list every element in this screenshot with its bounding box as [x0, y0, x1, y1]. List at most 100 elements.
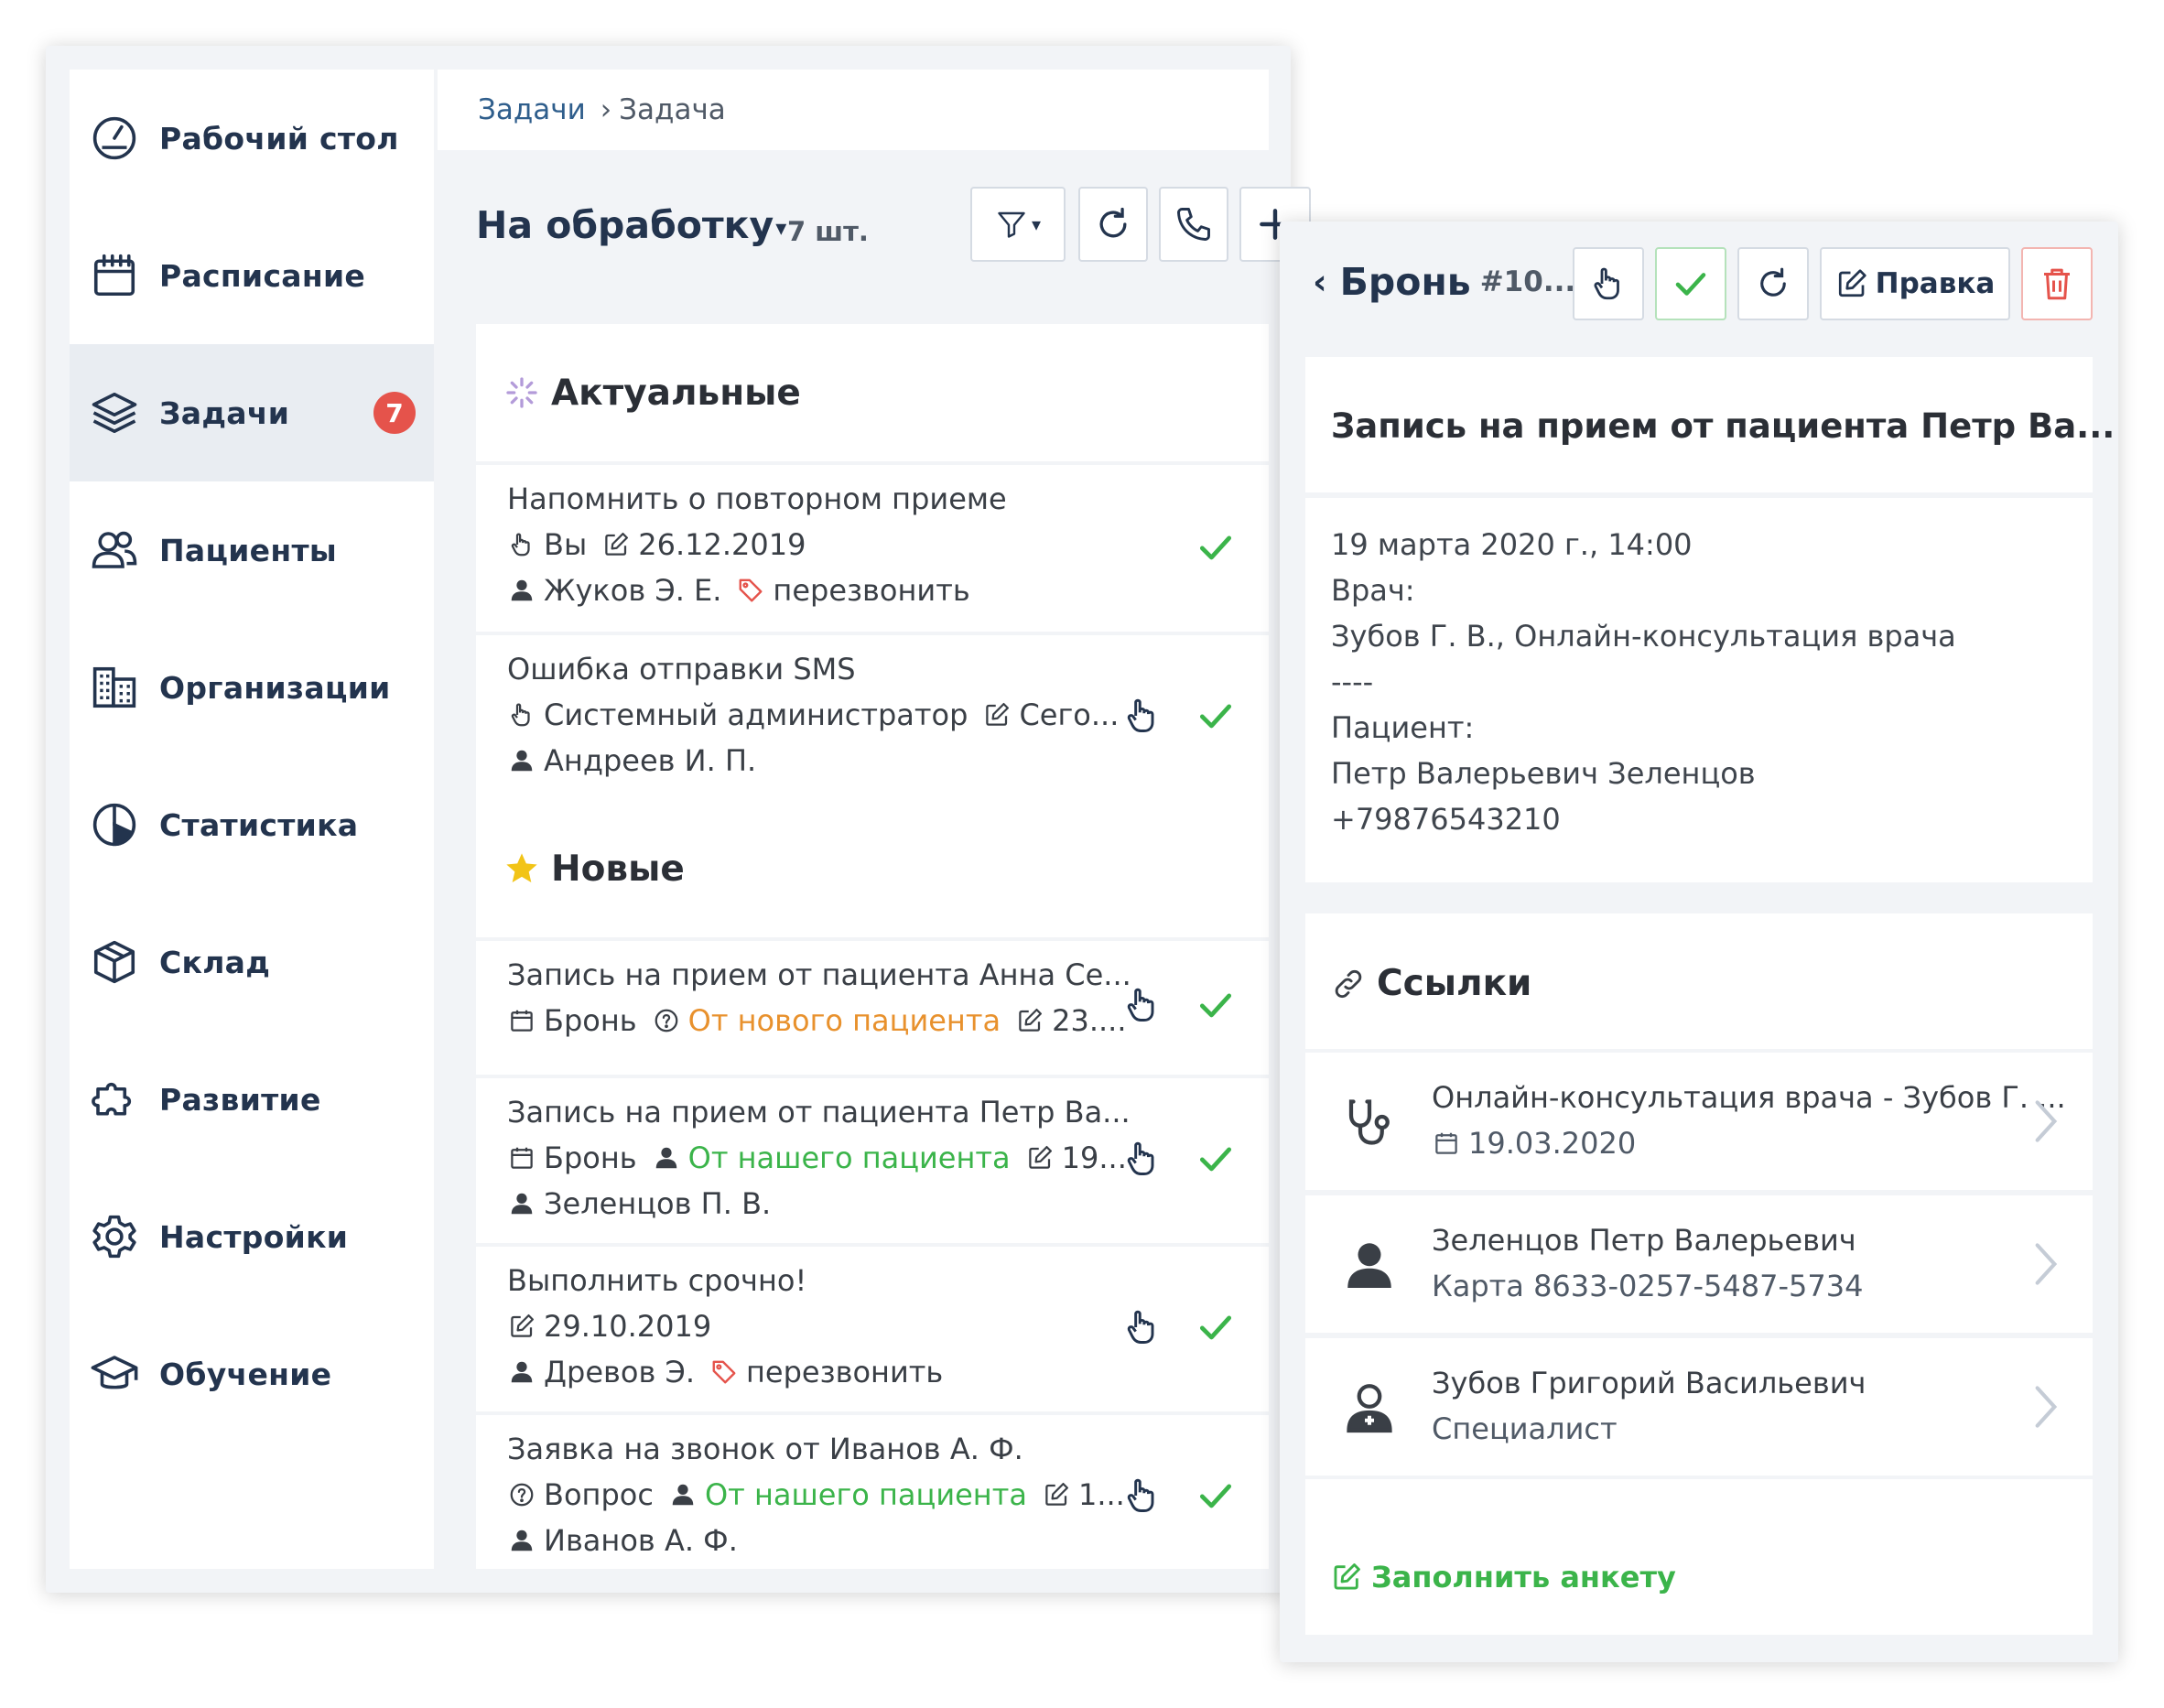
task-item[interactable]: Выполнить срочно! 29.10.2019 Древов Э. п… — [476, 1247, 1269, 1411]
detail-info-card: 19 марта 2020 г., 14:00 Врач: Зубов Г. В… — [1305, 498, 2093, 882]
edit-button-label: Правка — [1875, 267, 1996, 300]
layers-icon — [88, 386, 141, 439]
person-icon — [507, 1189, 536, 1218]
task-item[interactable]: Напомнить о повторном приеме Вы 26.12.20… — [476, 465, 1269, 632]
hand-pointer-icon — [1594, 267, 1619, 300]
task-person: Андреев И. П. — [544, 743, 757, 778]
link-row-doctor[interactable]: Зубов Григорий Васильевич Специалист — [1305, 1338, 2093, 1476]
breadcrumb: Задачи › Задача — [438, 70, 1269, 150]
sidebar-item-patients[interactable]: Пациенты — [70, 481, 434, 619]
edit-icon — [601, 530, 631, 559]
sidebar-item-warehouse[interactable]: Склад — [70, 893, 434, 1031]
tasks-main: Задачи › Задача На обработку▾ 7 шт. ▾ Ак… — [438, 70, 1311, 1569]
list-filter-dropdown[interactable]: На обработку▾ — [476, 203, 786, 247]
sidebar-item-development[interactable]: Развитие — [70, 1031, 434, 1168]
links-header-card: Ссылки — [1305, 913, 2093, 1049]
task-meta: Вопрос От нашего пациента 1... — [507, 1477, 1125, 1512]
link-row-patient[interactable]: Зеленцов Петр Валерьевич Карта 8633-0257… — [1305, 1195, 2093, 1333]
complete-booking-button[interactable] — [1655, 247, 1726, 320]
task-item[interactable]: Запись на прием от пациента Петр Ва... Б… — [476, 1078, 1269, 1243]
task-tag: перезвонить — [745, 1355, 944, 1389]
sidebar-item-statistics[interactable]: Статистика — [70, 756, 434, 893]
task-title: Заявка на звонок от Иванов А. Ф. — [507, 1432, 1023, 1466]
take-task-button[interactable] — [1119, 1135, 1166, 1183]
link-title: Онлайн-консультация врача - Зубов Г. ... — [1432, 1080, 2066, 1115]
task-item[interactable]: Заявка на звонок от Иванов А. Ф. Вопрос … — [476, 1415, 1269, 1569]
take-task-button[interactable] — [1119, 692, 1166, 740]
take-task-button[interactable] — [1119, 1303, 1166, 1351]
sidebar: Рабочий стол Расписание Задачи 7 Пациент… — [70, 70, 434, 1569]
call-button[interactable] — [1159, 187, 1228, 262]
complete-task-button[interactable] — [1192, 692, 1239, 740]
task-source: От нашего пациента — [704, 1477, 1027, 1512]
calendar-icon — [88, 249, 141, 302]
person-icon — [1340, 1236, 1399, 1294]
task-meta: Жуков Э. Е. перезвонить — [507, 573, 970, 608]
sidebar-item-tasks[interactable]: Задачи 7 — [70, 344, 434, 481]
complete-task-button[interactable] — [1192, 1472, 1239, 1519]
detail-separator: ---- — [1331, 665, 1374, 699]
refresh-button[interactable] — [1078, 187, 1148, 262]
chevron-left-icon: ‹ — [1313, 262, 1327, 302]
detail-number: #10... — [1479, 265, 1576, 298]
complete-task-button[interactable] — [1192, 524, 1239, 571]
back-button[interactable]: ‹ Бронь #10... — [1313, 260, 1575, 304]
delete-button[interactable] — [2021, 247, 2093, 320]
take-task-button[interactable] — [1119, 1472, 1166, 1519]
sidebar-item-schedule[interactable]: Расписание — [70, 207, 434, 344]
refresh-icon — [1760, 267, 1786, 297]
take-task-button[interactable] — [1119, 981, 1166, 1029]
buildings-icon — [88, 661, 141, 714]
stethoscope-icon — [1340, 1093, 1399, 1151]
detail-doctor-label: Врач: — [1331, 573, 1415, 608]
fill-form-link[interactable]: Заполнить анкету — [1331, 1560, 1676, 1594]
complete-task-button[interactable] — [1192, 1135, 1239, 1183]
task-title: Запись на прием от пациента Анна Се... — [507, 957, 1131, 992]
breadcrumb-tasks-link[interactable]: Задачи — [478, 93, 586, 126]
task-meta: Иванов А. Ф. — [507, 1523, 738, 1558]
task-date: 29.10.2019 — [544, 1309, 712, 1344]
sidebar-item-label: Развитие — [159, 1081, 321, 1118]
complete-task-button[interactable] — [1192, 981, 1239, 1029]
task-meta: Зеленцов П. В. — [507, 1186, 771, 1221]
task-item[interactable]: Запись на прием от пациента Анна Се... Б… — [476, 941, 1269, 1075]
sidebar-item-dashboard[interactable]: Рабочий стол — [70, 70, 434, 207]
fill-form-label: Заполнить анкету — [1371, 1560, 1676, 1594]
task-executor: Вы — [544, 527, 588, 562]
task-tag: перезвонить — [773, 573, 970, 608]
take-booking-button[interactable] — [1573, 247, 1644, 320]
edit-button[interactable]: Правка — [1820, 247, 2010, 320]
filter-button[interactable]: ▾ — [970, 187, 1066, 262]
link-subtitle: Карта 8633-0257-5487-5734 — [1432, 1269, 1864, 1303]
complete-task-button[interactable] — [1192, 1303, 1239, 1351]
detail-doctor-value: Зубов Г. В., Онлайн-консультация врача — [1331, 619, 1956, 654]
star-icon — [503, 850, 540, 887]
detail-type-label: Бронь — [1339, 260, 1471, 304]
task-date: 19... — [1061, 1140, 1127, 1175]
task-item[interactable]: Ошибка отправки SMS Системный администра… — [476, 635, 1269, 800]
form-card: Заполнить анкету — [1305, 1479, 2093, 1635]
tag-icon — [709, 1357, 739, 1387]
link-row-consultation[interactable]: Онлайн-консультация врача - Зубов Г. ...… — [1305, 1053, 2093, 1190]
sidebar-item-label: Рабочий стол — [159, 120, 399, 157]
task-meta: Бронь От нашего пациента 19... — [507, 1140, 1127, 1175]
refresh-icon — [1099, 207, 1127, 238]
links-list: Онлайн-консультация врача - Зубов Г. ...… — [1305, 1053, 2093, 1476]
hand-pointer-icon — [507, 700, 536, 730]
sidebar-item-label: Настройки — [159, 1218, 349, 1255]
task-meta: Андреев И. П. — [507, 743, 756, 778]
sidebar-item-education[interactable]: Обучение — [70, 1305, 434, 1443]
task-title: Ошибка отправки SMS — [507, 652, 856, 686]
sidebar-item-settings[interactable]: Настройки — [70, 1168, 434, 1305]
calendar-icon — [507, 1143, 536, 1173]
refresh-button[interactable] — [1737, 247, 1809, 320]
hand-pointer-icon — [1127, 988, 1154, 1022]
trash-icon — [2044, 268, 2070, 300]
sidebar-item-organizations[interactable]: Организации — [70, 619, 434, 756]
hand-pointer-icon — [507, 530, 536, 559]
links-header: Ссылки — [1331, 963, 1531, 1004]
link-date: 19.03.2020 — [1468, 1126, 1637, 1161]
person-icon — [668, 1480, 698, 1509]
list-header: На обработку▾ 7 шт. ▾ — [438, 179, 1311, 280]
task-list: Актуальные Напомнить о повторном приеме … — [476, 324, 1269, 1569]
